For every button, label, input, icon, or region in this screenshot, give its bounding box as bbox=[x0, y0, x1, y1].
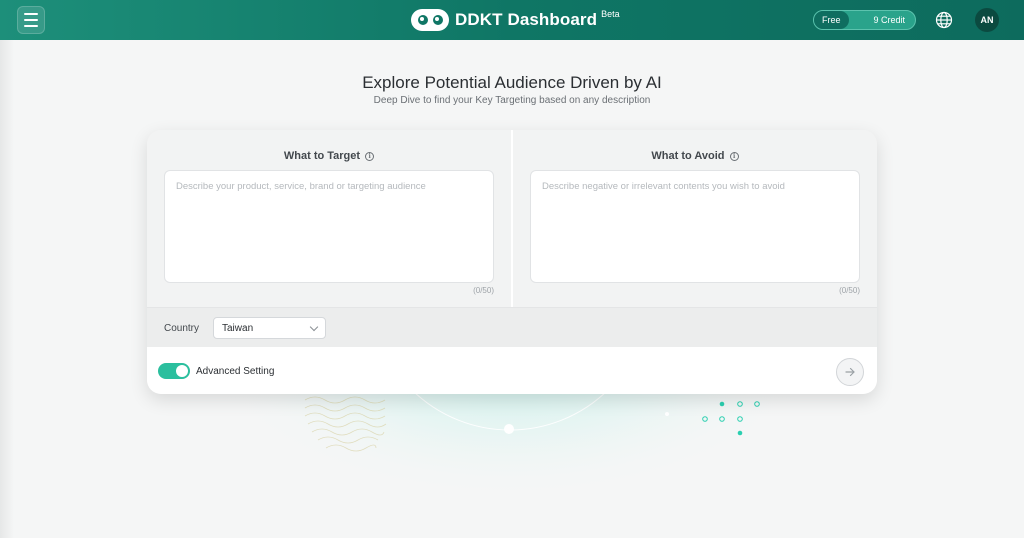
credit-pill[interactable]: Free 9 Credit bbox=[813, 10, 916, 30]
credit-count: 9 Credit bbox=[873, 15, 905, 25]
brand[interactable]: DDKT Dashboard Beta bbox=[411, 8, 620, 32]
country-label: Country bbox=[164, 323, 200, 334]
globe-icon[interactable] bbox=[935, 11, 953, 29]
chevron-down-icon bbox=[309, 322, 319, 332]
target-textarea[interactable]: Describe your product, service, brand or… bbox=[164, 170, 494, 283]
submit-button[interactable] bbox=[836, 358, 864, 386]
plan-badge: Free bbox=[814, 11, 849, 29]
advanced-setting-row: Advanced Setting bbox=[147, 347, 877, 394]
avoid-label: What to Avoid bbox=[651, 150, 725, 162]
advanced-setting-label: Advanced Setting bbox=[196, 366, 275, 377]
menu-icon bbox=[24, 13, 38, 15]
avoid-pane: What to Avoid i Describe negative or irr… bbox=[513, 130, 877, 307]
target-pane: What to Target i Describe your product, … bbox=[147, 130, 511, 307]
top-bar: DDKT Dashboard Beta Free 9 Credit AN bbox=[0, 0, 1024, 40]
menu-icon-line bbox=[24, 25, 38, 27]
audience-form-card: What to Target i Describe your product, … bbox=[147, 130, 877, 394]
target-char-counter: (0/50) bbox=[473, 286, 494, 295]
page-subtitle: Deep Dive to find your Key Targeting bas… bbox=[373, 95, 651, 106]
target-label: What to Target bbox=[283, 150, 361, 162]
country-select[interactable]: Taiwan bbox=[213, 317, 326, 339]
logo-eye-left bbox=[417, 15, 428, 25]
left-edge-shadow bbox=[0, 40, 14, 538]
avatar[interactable]: AN bbox=[975, 8, 999, 32]
brand-name: DDKT Dashboard bbox=[455, 10, 598, 29]
avoid-char-counter: (0/50) bbox=[839, 286, 860, 295]
logo-icon bbox=[411, 9, 449, 31]
advanced-setting-toggle[interactable] bbox=[158, 363, 190, 379]
info-icon[interactable]: i bbox=[729, 152, 739, 161]
target-heading: What to Target i bbox=[147, 150, 511, 162]
page-title: Explore Potential Audience Driven by AI bbox=[362, 73, 662, 92]
menu-icon-line bbox=[24, 19, 38, 21]
country-row: Country Taiwan bbox=[147, 307, 877, 347]
beta-badge: Beta bbox=[601, 9, 620, 19]
avoid-textarea[interactable]: Describe negative or irrelevant contents… bbox=[530, 170, 860, 283]
logo-eye-right bbox=[432, 15, 443, 25]
info-icon[interactable]: i bbox=[365, 152, 375, 161]
menu-button[interactable] bbox=[17, 6, 45, 34]
country-selected-value: Taiwan bbox=[222, 323, 254, 334]
avoid-heading: What to Avoid i bbox=[513, 150, 877, 162]
arrow-right-icon bbox=[845, 367, 855, 377]
